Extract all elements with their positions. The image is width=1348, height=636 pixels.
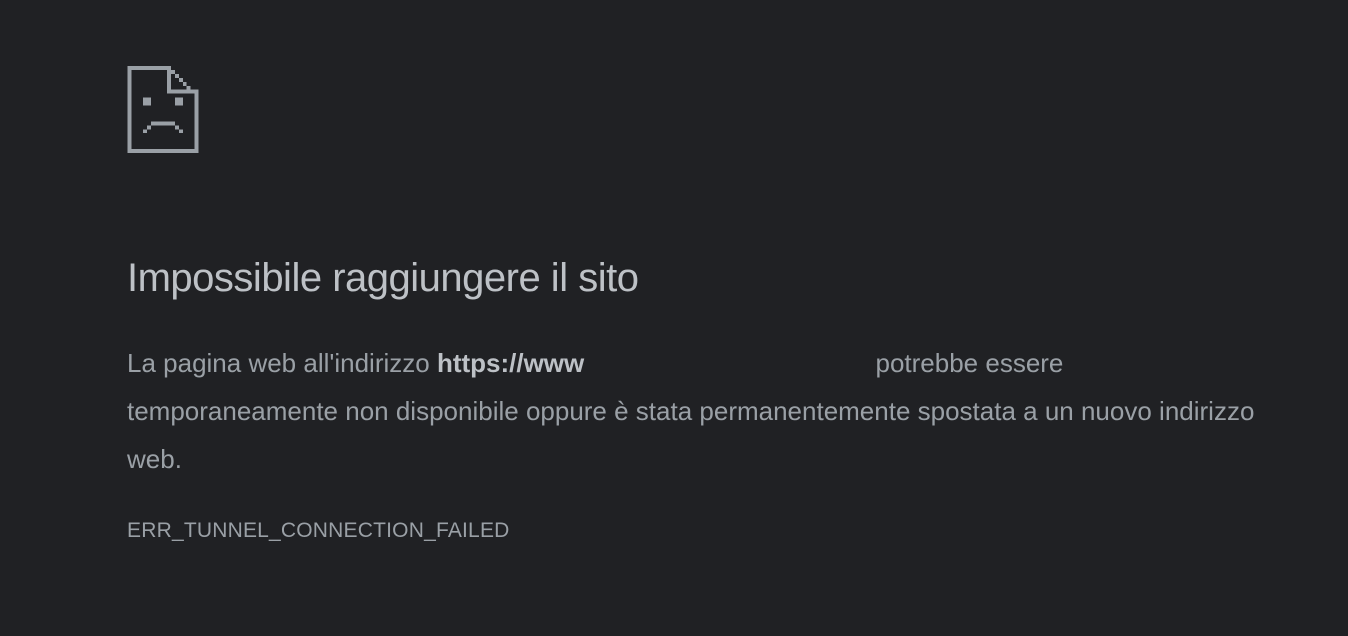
page-title: Impossibile raggiungere il sito <box>127 256 639 300</box>
redacted-url-region <box>584 371 868 372</box>
error-code: ERR_TUNNEL_CONNECTION_FAILED <box>127 519 510 542</box>
error-page: Impossibile raggiungere il sito La pagin… <box>127 0 1267 636</box>
failed-url: https://www <box>436 348 585 378</box>
error-description: La pagina web all'indirizzo https://www … <box>127 339 1262 483</box>
description-prefix: La pagina web all'indirizzo <box>127 348 437 378</box>
sad-document-icon <box>127 66 199 153</box>
